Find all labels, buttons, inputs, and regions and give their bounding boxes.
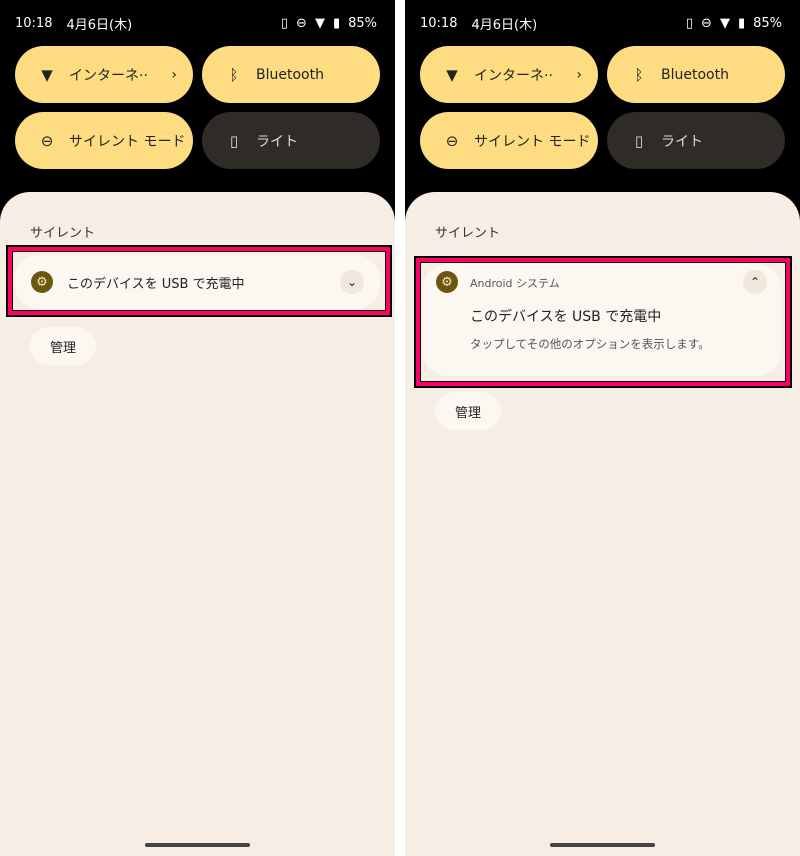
tile-internet[interactable]: ▼ インターネ·· ›: [15, 46, 193, 103]
status-bar: 10:18 4月6日(木) ▯ ⊖ ▼ ▮ 85%: [420, 14, 782, 33]
tile-bluetooth[interactable]: ᛒ Bluetooth: [202, 46, 380, 103]
tile-flashlight[interactable]: ▯ ライト: [202, 112, 380, 169]
dnd-icon: ⊖: [445, 131, 459, 150]
home-indicator[interactable]: [550, 843, 655, 847]
status-bar: 10:18 4月6日(木) ▯ ⊖ ▼ ▮ 85%: [15, 14, 377, 33]
dnd-icon: ⊖: [40, 131, 54, 150]
clock: 10:18: [420, 15, 458, 31]
vibrate-icon: ▯: [685, 15, 694, 31]
notification-text: タップしてその他のオプションを表示します。: [470, 337, 710, 351]
battery-level: 85%: [753, 15, 782, 31]
dnd-icon: ⊖: [296, 15, 307, 31]
notification-shade: サイレント ⚙ Android システム ⌃ このデバイスを USB で充電中 …: [405, 192, 800, 856]
vibrate-icon: ▯: [280, 15, 289, 31]
chevron-down-icon: ⌄: [346, 275, 358, 289]
manage-button[interactable]: 管理: [30, 327, 96, 365]
notification-title: このデバイスを USB で充電中: [470, 309, 662, 325]
phone-collapsed: 10:18 4月6日(木) ▯ ⊖ ▼ ▮ 85% ▼ インターネ·· › ᛒ Blu…: [0, 0, 395, 856]
notification-title: このデバイスを USB で充電中: [67, 276, 245, 292]
bluetooth-icon: ᛒ: [634, 65, 644, 84]
wifi-icon: ▼: [719, 15, 730, 31]
settings-gear-icon: ⚙: [31, 271, 53, 293]
manage-button[interactable]: 管理: [435, 392, 501, 430]
tile-flashlight[interactable]: ▯ ライト: [607, 112, 785, 169]
battery-icon: ▮: [332, 15, 341, 31]
collapse-button[interactable]: ⌃: [743, 270, 767, 294]
section-label: サイレント: [435, 226, 501, 241]
battery-icon: ▮: [737, 15, 746, 31]
settings-gear-icon: ⚙: [436, 271, 458, 293]
battery-level: 85%: [348, 15, 377, 31]
tile-internet[interactable]: ▼ インターネ·· ›: [420, 46, 598, 103]
chevron-up-icon: ⌃: [749, 275, 761, 289]
notification-card[interactable]: ⚙ このデバイスを USB で充電中 ⌄: [15, 255, 380, 309]
section-label: サイレント: [30, 226, 96, 241]
dnd-icon: ⊖: [701, 15, 712, 31]
notification-shade: サイレント ⚙ このデバイスを USB で充電中 ⌄ 管理: [0, 192, 395, 856]
expand-button[interactable]: ⌄: [340, 270, 364, 294]
flashlight-icon: ▯: [634, 131, 644, 150]
date: 4月6日(木): [471, 17, 538, 33]
notification-app-name: Android システム: [470, 277, 560, 290]
tile-dnd[interactable]: ⊖ サイレント モード: [15, 112, 193, 169]
chevron-right-icon: ›: [576, 66, 582, 83]
wifi-icon: ▼: [314, 15, 325, 31]
wifi-icon: ▼: [41, 65, 53, 84]
tile-bluetooth[interactable]: ᛒ Bluetooth: [607, 46, 785, 103]
wifi-icon: ▼: [446, 65, 458, 84]
phone-expanded: 10:18 4月6日(木) ▯ ⊖ ▼ ▮ 85% ▼ インターネ·· › ᛒ Blu…: [405, 0, 800, 856]
home-indicator[interactable]: [145, 843, 250, 847]
chevron-right-icon: ›: [171, 66, 177, 83]
notification-card[interactable]: ⚙ Android システム ⌃ このデバイスを USB で充電中 タップしてそ…: [423, 264, 781, 376]
date: 4月6日(木): [66, 17, 133, 33]
clock: 10:18: [15, 15, 53, 31]
tile-dnd[interactable]: ⊖ サイレント モード: [420, 112, 598, 169]
flashlight-icon: ▯: [229, 131, 239, 150]
bluetooth-icon: ᛒ: [229, 65, 239, 84]
